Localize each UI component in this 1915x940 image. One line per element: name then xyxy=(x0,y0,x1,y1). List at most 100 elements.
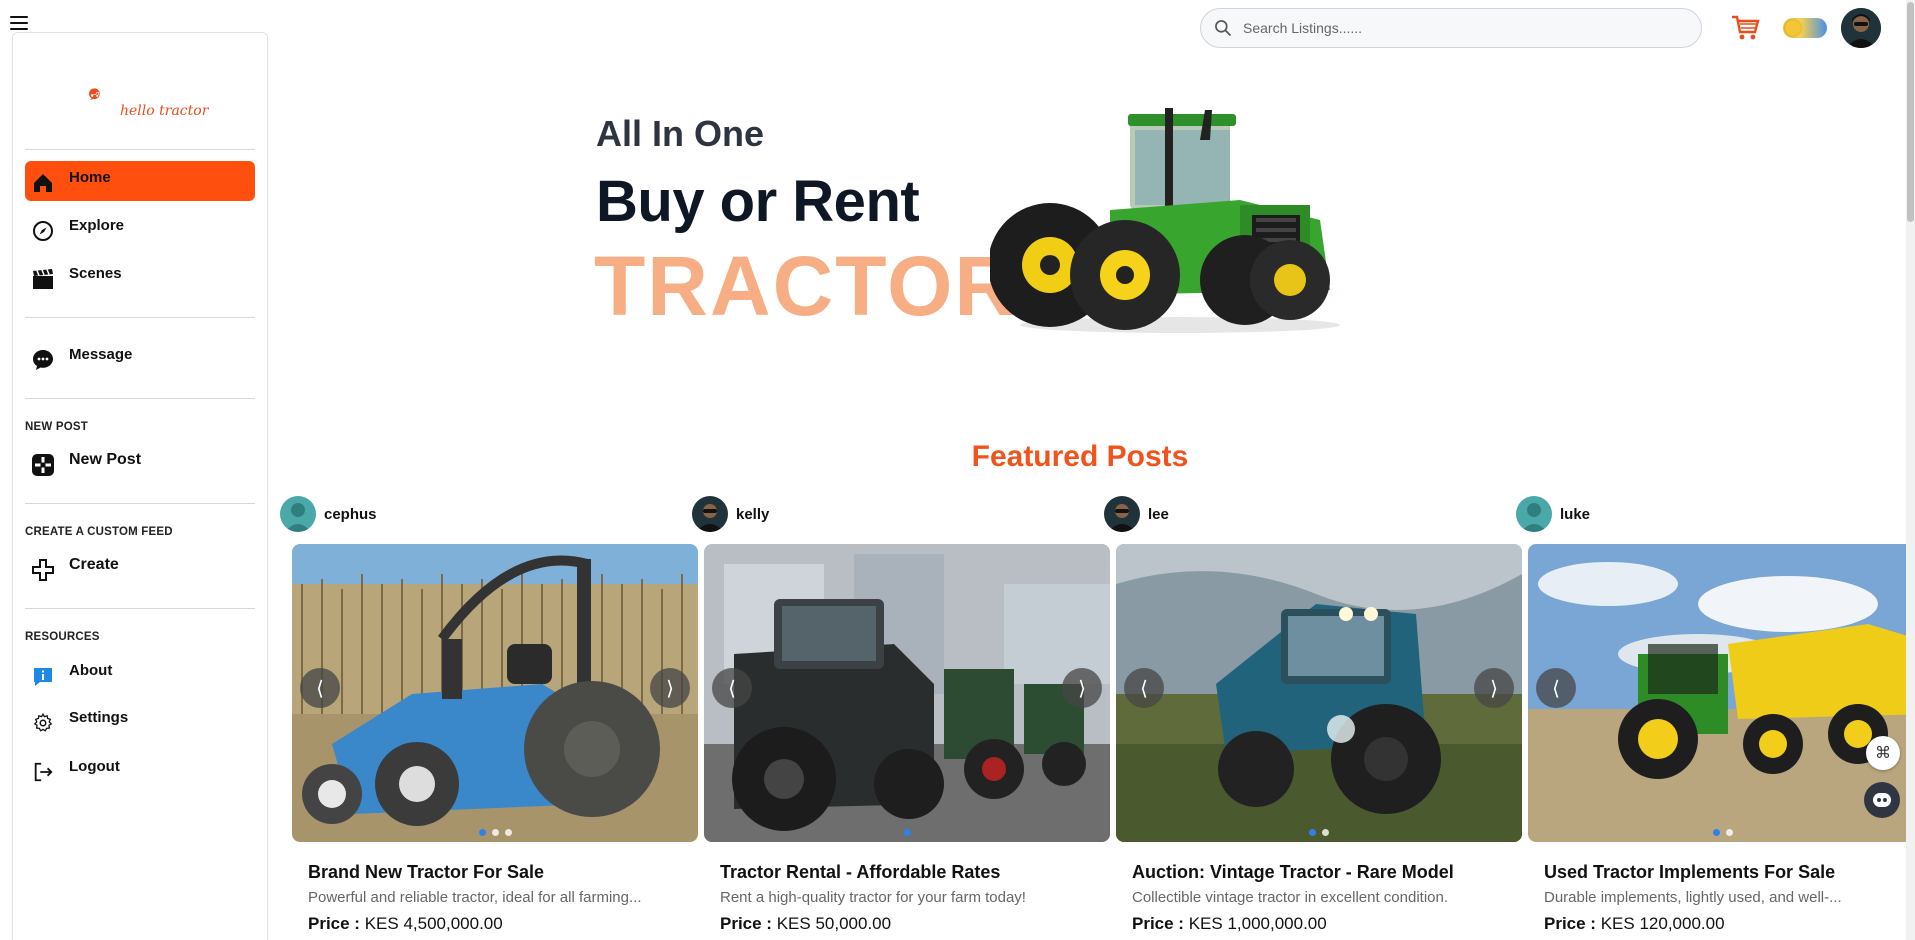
search-icon xyxy=(1215,20,1232,37)
carousel-dot[interactable] xyxy=(903,829,911,836)
price-value: KES 1,000,000.00 xyxy=(1188,914,1327,933)
sidebar-item-create[interactable]: Create xyxy=(25,548,255,588)
post-image xyxy=(704,544,1110,842)
price-label: Price : xyxy=(1544,914,1596,933)
featured-posts-heading: Featured Posts xyxy=(971,440,1189,473)
post-card[interactable]: cephus ⟨ ⟩ Brand New Tractor For Sale Po… xyxy=(280,496,698,940)
price-label: Price : xyxy=(720,914,772,933)
post-card[interactable]: lee ⟨ ⟩ Auction: Vintage Tractor - Rare … xyxy=(1104,496,1522,940)
page-scrollbar[interactable] xyxy=(1906,0,1915,940)
sidebar-item-label: Settings xyxy=(69,709,129,726)
price-value: KES 50,000.00 xyxy=(776,914,892,933)
sidebar-divider xyxy=(25,608,255,609)
sidebar-item-scenes[interactable]: Scenes xyxy=(25,257,255,297)
sidebar-item-label: Logout xyxy=(69,758,120,775)
carousel-dots xyxy=(1116,829,1522,836)
theme-toggle[interactable] xyxy=(1783,18,1827,38)
carousel-prev-button[interactable]: ⟨ xyxy=(300,668,340,708)
carousel-dot[interactable] xyxy=(1309,829,1316,836)
post-price: Price : KES 50,000.00 xyxy=(720,914,891,934)
sidebar-item-logout[interactable]: Logout xyxy=(25,750,255,790)
hero-tractor-image xyxy=(990,108,1340,333)
post-price: Price : KES 4,500,000.00 xyxy=(308,914,503,934)
plus-icon xyxy=(31,558,55,582)
sidebar-divider xyxy=(25,398,255,399)
author-avatar xyxy=(692,496,728,532)
post-author[interactable]: kelly xyxy=(692,496,769,532)
sidebar-item-label: Scenes xyxy=(69,265,122,282)
author-name: lee xyxy=(1148,505,1169,523)
sidebar-divider xyxy=(25,317,255,318)
sidebar-item-settings[interactable]: Settings xyxy=(25,701,255,741)
section-label-custom-feed: CREATE A CUSTOM FEED xyxy=(25,526,173,538)
author-name: kelly xyxy=(736,505,770,523)
command-icon[interactable]: ⌘ xyxy=(1866,736,1900,770)
sidebar-item-label: Explore xyxy=(69,217,125,234)
chat-icon xyxy=(31,348,55,372)
search-bar[interactable] xyxy=(1200,8,1702,48)
author-avatar xyxy=(280,496,316,532)
sidebar-item-home[interactable]: Home xyxy=(25,161,255,201)
post-title[interactable]: Tractor Rental - Affordable Rates xyxy=(720,862,1000,883)
sidebar-item-message[interactable]: Message xyxy=(25,338,255,378)
search-input[interactable] xyxy=(1243,20,1663,36)
carousel-dot[interactable] xyxy=(478,829,486,836)
carousel-next-button[interactable]: ⟩ xyxy=(650,668,690,708)
cart-icon[interactable] xyxy=(1730,14,1760,42)
price-label: Price : xyxy=(308,914,360,933)
post-author[interactable]: cephus xyxy=(280,496,377,532)
post-description: Rent a high-quality tractor for your far… xyxy=(720,889,1026,906)
post-card[interactable]: kelly ⟨ ⟩ Tractor Rental - Affordable Ra… xyxy=(692,496,1110,940)
post-author[interactable]: lee xyxy=(1104,496,1169,532)
sidebar-item-label: Message xyxy=(69,346,133,363)
author-name: cephus xyxy=(324,505,377,523)
post-image-carousel[interactable]: ⟨ ⟩ xyxy=(704,544,1110,842)
price-value: KES 120,000.00 xyxy=(1600,914,1725,933)
post-description: Durable implements, lightly used, and we… xyxy=(1544,889,1842,906)
clapperboard-icon xyxy=(31,267,55,291)
sidebar-divider xyxy=(25,503,255,504)
carousel-dot[interactable] xyxy=(1726,829,1733,836)
author-name: luke xyxy=(1560,505,1591,523)
post-author[interactable]: luke xyxy=(1516,496,1590,532)
carousel-next-button[interactable]: ⟩ xyxy=(1474,668,1514,708)
post-image-carousel[interactable]: ⟨ ⟩ xyxy=(292,544,698,842)
app-root: hello tractor Home Explore Scenes Messag… xyxy=(0,0,1915,940)
hero-subtitle: All In One xyxy=(596,113,765,154)
logout-icon xyxy=(31,760,55,784)
post-image-carousel[interactable]: ⟨ xyxy=(1528,544,1915,842)
sidebar-item-explore[interactable]: Explore xyxy=(25,209,255,249)
home-icon xyxy=(31,171,55,195)
hero-title: Buy or Rent xyxy=(596,169,920,234)
carousel-prev-button[interactable]: ⟨ xyxy=(712,668,752,708)
chatbot-icon[interactable] xyxy=(1864,782,1900,818)
info-icon xyxy=(31,664,55,688)
post-card[interactable]: luke ⟨ Used Tractor Implements For Sale … xyxy=(1516,496,1915,940)
carousel-prev-button[interactable]: ⟨ xyxy=(1124,668,1164,708)
post-image xyxy=(1116,544,1522,842)
sidebar-item-about[interactable]: About xyxy=(25,654,255,694)
carousel-dot[interactable] xyxy=(1322,829,1329,836)
carousel-dots xyxy=(704,829,1110,836)
carousel-prev-button[interactable]: ⟨ xyxy=(1536,668,1576,708)
toggle-knob xyxy=(1785,20,1801,36)
price-label: Price : xyxy=(1132,914,1184,933)
post-description: Powerful and reliable tractor, ideal for… xyxy=(308,889,642,906)
post-price: Price : KES 120,000.00 xyxy=(1544,914,1725,934)
gear-icon xyxy=(31,711,55,735)
post-title[interactable]: Auction: Vintage Tractor - Rare Model xyxy=(1132,862,1454,883)
post-image-carousel[interactable]: ⟨ ⟩ xyxy=(1116,544,1522,842)
user-avatar[interactable] xyxy=(1841,8,1881,48)
carousel-dot[interactable] xyxy=(504,829,512,836)
compass-icon xyxy=(31,219,55,243)
section-label-resources: RESOURCES xyxy=(25,631,100,643)
carousel-dot[interactable] xyxy=(1713,829,1720,836)
post-title[interactable]: Brand New Tractor For Sale xyxy=(308,862,544,883)
sidebar-divider xyxy=(25,149,255,150)
carousel-dot[interactable] xyxy=(491,829,499,836)
menu-icon[interactable] xyxy=(10,16,28,30)
post-title[interactable]: Used Tractor Implements For Sale xyxy=(1544,862,1835,883)
carousel-next-button[interactable]: ⟩ xyxy=(1062,668,1102,708)
author-avatar xyxy=(1516,496,1552,532)
scrollbar-thumb[interactable] xyxy=(1907,2,1914,222)
